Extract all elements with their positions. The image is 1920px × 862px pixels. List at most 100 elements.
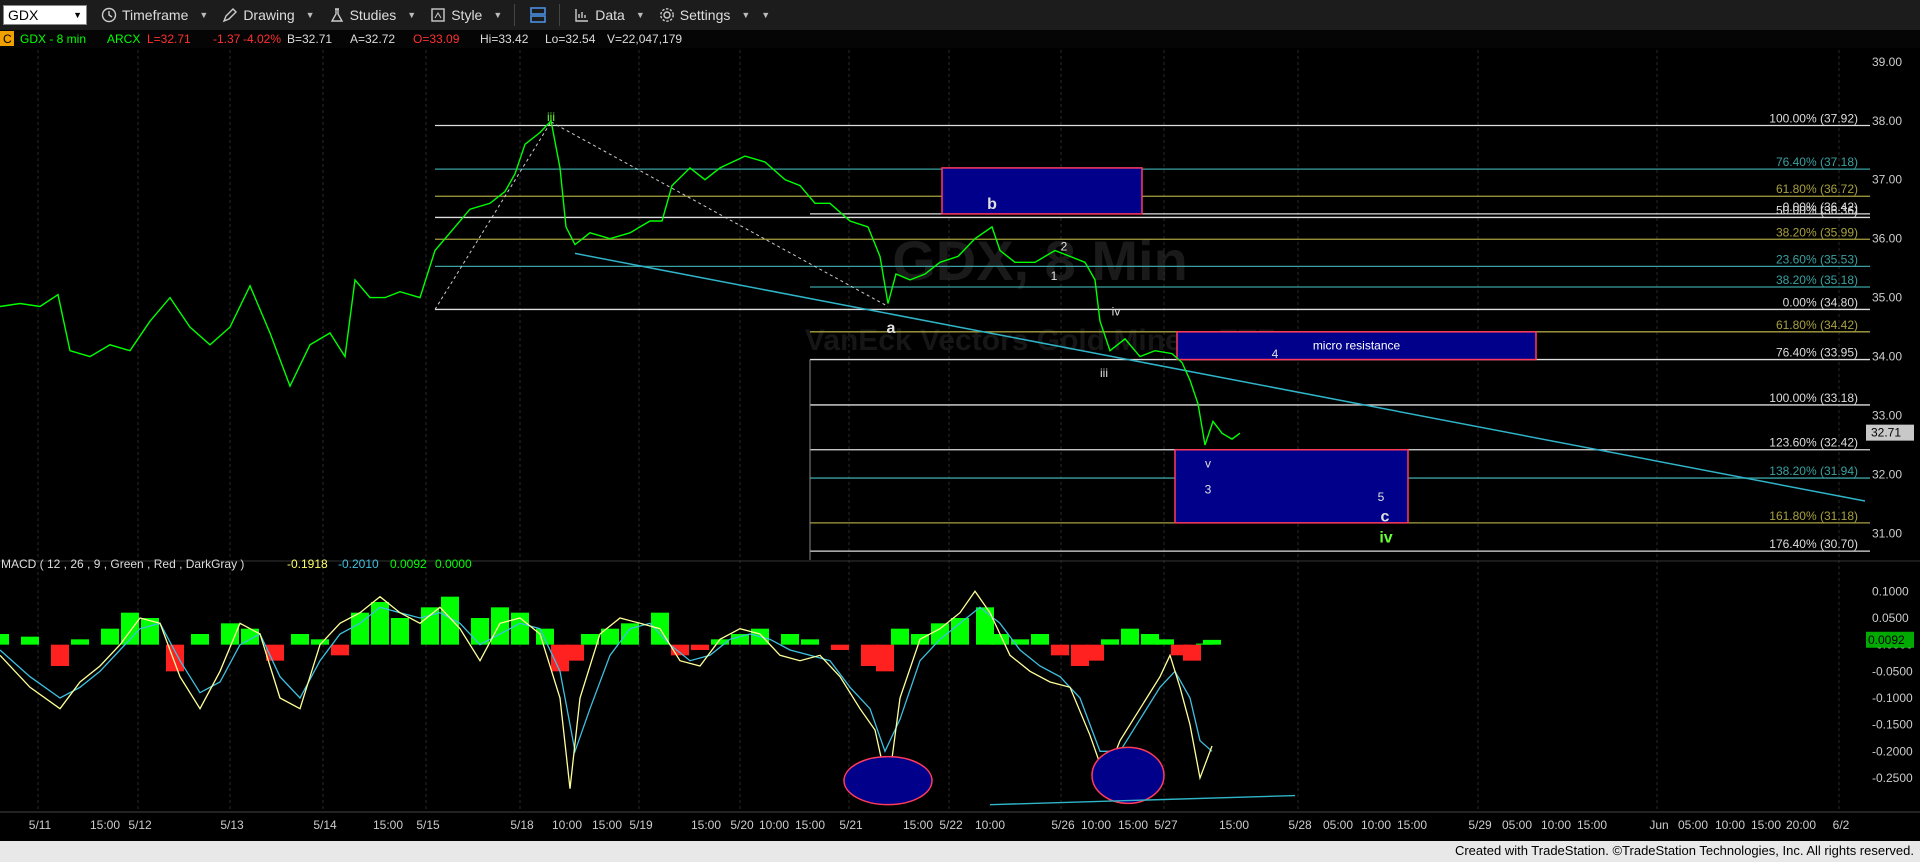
data-label: Data [595,7,625,23]
time-tick-label: 20:00 [1786,818,1816,832]
wave-label: iv [1112,304,1121,318]
fib-level-label: 161.80% (31.18) [1769,509,1858,523]
time-tick-label: 5/19 [629,818,653,832]
chevron-down-icon: ▼ [741,10,751,20]
fib-level-label: 176.40% (30.70) [1769,537,1858,551]
histogram-bar [1156,639,1174,645]
zero-value: 0.0000 [435,557,472,571]
fib-level-label: 123.60% (32.42) [1769,436,1858,450]
chevron-down-icon: ▼ [761,10,771,20]
chart-marker-label: C [3,32,12,46]
time-tick-label: 05:00 [1678,818,1708,832]
chart-area[interactable]: C GDX - 8 min ARCX L=32.71 -1.37 -4.02% … [0,30,1920,840]
chevron-down-icon: ▼ [635,10,645,20]
time-tick-label: 10:00 [975,818,1005,832]
price-tick-label: 34.00 [1872,350,1902,364]
macd-last-label: 0.0092 [1868,633,1905,647]
time-tick-label: 15:00 [1577,818,1607,832]
time-tick-label: 15:00 [90,818,120,832]
clock-icon [101,7,117,23]
wave-label: 5 [1378,490,1385,504]
chevron-down-icon: ▼ [199,10,209,20]
signal-value: -0.2010 [338,557,379,571]
time-tick-label: 15:00 [1751,818,1781,832]
last-price-text: L=32.71 [147,32,191,46]
time-tick-label: 15:00 [795,818,825,832]
studies-button[interactable]: Studies ▼ [329,7,417,23]
time-tick-label: 10:00 [552,818,582,832]
credit-text: Created with TradeStation. ©TradeStation… [1454,843,1914,858]
histogram-bar [831,644,849,650]
studies-label: Studies [349,7,397,23]
chevron-down-icon: ▼ [73,10,82,20]
chart-canvas[interactable]: C GDX - 8 min ARCX L=32.71 -1.37 -4.02% … [0,30,1920,840]
fib-level-label: 100.00% (33.18) [1769,391,1858,405]
fib-level-label: 38.20% (35.18) [1776,273,1858,287]
drawing-button[interactable]: Drawing ▼ [222,7,315,23]
style-button[interactable]: Style ▼ [430,7,502,23]
histogram-bar [191,634,209,645]
histogram-bar [1183,644,1201,661]
time-tick-label: 5/27 [1154,818,1178,832]
histogram-bar [331,644,349,656]
time-tick-label: 10:00 [1715,818,1745,832]
time-tick-label: 10:00 [1081,818,1111,832]
low-text: Lo=32.54 [545,32,596,46]
histogram-bar [1086,644,1104,661]
last-price-label: 32.71 [1871,426,1901,440]
drawing-label: Drawing [243,7,295,23]
wave-label: b [987,196,997,213]
fib-level-label: 38.20% (35.99) [1776,225,1858,239]
price-tick-label: 33.00 [1872,409,1902,423]
price-tick-label: 38.00 [1872,114,1902,128]
fib-level-label: 76.40% (33.95) [1776,346,1858,360]
data-button[interactable]: Data ▼ [574,7,645,23]
volume-text: V=22,047,179 [607,32,682,46]
layout-button[interactable] [529,6,547,24]
toolbar: GDX ▼ Timeframe ▼ Drawing ▼ Studies ▼ St… [0,0,1920,31]
time-tick-label: 15:00 [691,818,721,832]
ask-text: A=32.72 [350,32,395,46]
price-tick-label: 32.00 [1872,468,1902,482]
histogram-bar [1051,644,1069,656]
histogram-bar [691,644,709,650]
histogram-bar [421,607,439,645]
histogram-bar [291,634,309,645]
histogram-bar [21,636,39,645]
macd-value: -0.1918 [287,557,328,571]
price-tick-label: 39.00 [1872,55,1902,69]
pencil-icon [223,8,238,23]
macd-tick-label: 0.1000 [1872,584,1909,598]
fib-level-label: 61.80% (34.42) [1776,318,1858,332]
symbol-value: GDX [8,7,39,23]
time-tick-label: 5/12 [128,818,152,832]
wave-label: v [1205,456,1211,470]
time-tick-label: 10:00 [1361,818,1391,832]
settings-button[interactable]: Settings ▼ ▼ [659,7,770,23]
time-tick-label: 5/14 [313,818,337,832]
macd-tick-label: -0.1000 [1872,691,1913,705]
wave-label: iv [1379,529,1392,546]
time-tick-label: 6/2 [1833,818,1850,832]
wave-label: 4 [1272,347,1279,361]
watermark-symbol: GDX, 8 Min [892,229,1188,292]
time-tick-label: 15:00 [1118,818,1148,832]
chevron-down-icon: ▼ [407,10,417,20]
histogram-bar [491,607,509,645]
macd-tick-label: -0.0500 [1872,664,1913,678]
histogram-bar [51,644,69,666]
time-tick-label: 5/13 [220,818,244,832]
histogram-bar [391,618,409,645]
histogram-bar [951,618,969,645]
time-tick-label: 5/18 [510,818,534,832]
symbol-input[interactable]: GDX ▼ [3,5,87,25]
time-tick-label: Jun [1649,818,1668,832]
gear-icon [659,8,674,22]
time-tick-label: 15:00 [1219,818,1249,832]
toolbar-divider [514,4,516,26]
wave-label: 3 [1205,482,1212,496]
time-tick-label: 5/28 [1288,818,1312,832]
histogram-bar [536,628,554,645]
timeframe-button[interactable]: Timeframe ▼ [101,7,208,23]
time-tick-label: 5/11 [29,818,52,832]
